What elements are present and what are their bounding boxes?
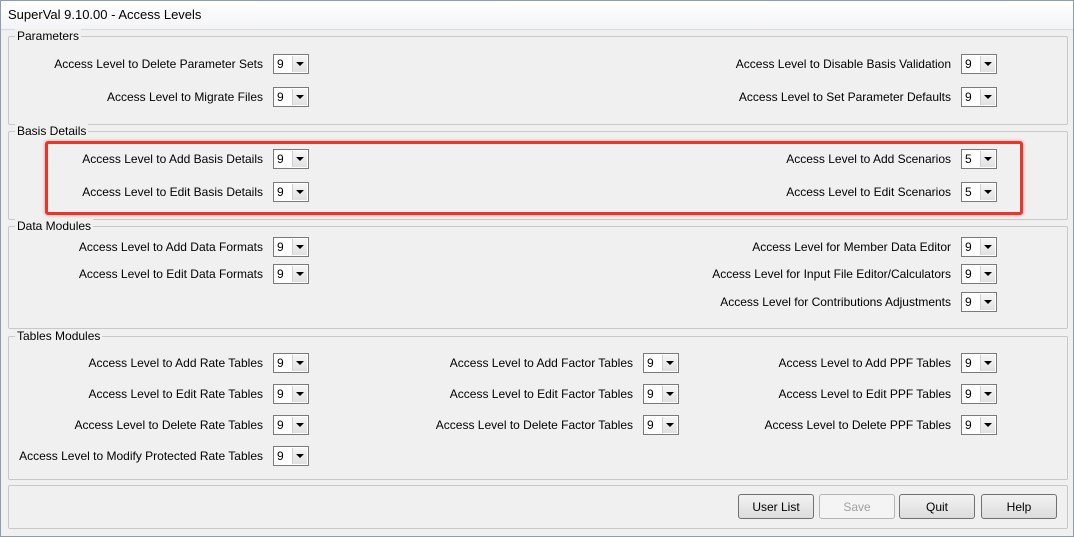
delete-factor-tables-label: Access Level to Delete Factor Tables xyxy=(435,418,633,432)
chevron-down-icon xyxy=(292,56,307,72)
modify-protected-rate-tables-label: Access Level to Modify Protected Rate Ta… xyxy=(19,449,263,463)
delete-factor-tables-select[interactable]: 9 xyxy=(643,415,679,435)
delete-param-sets-select[interactable]: 9 xyxy=(273,54,309,74)
help-button[interactable]: Help xyxy=(981,494,1057,519)
edit-factor-tables-select[interactable]: 9 xyxy=(643,384,679,404)
delete-rate-tables-label: Access Level to Delete Rate Tables xyxy=(74,418,263,432)
chevron-down-icon xyxy=(980,294,995,310)
add-ppf-tables-label: Access Level to Add PPF Tables xyxy=(778,356,951,370)
delete-ppf-tables-label: Access Level to Delete PPF Tables xyxy=(764,418,951,432)
add-rate-tables-select[interactable]: 9 xyxy=(273,353,309,373)
add-data-formats-select[interactable]: 9 xyxy=(273,237,309,257)
delete-param-sets-label: Access Level to Delete Parameter Sets xyxy=(54,57,263,71)
add-factor-tables-row: Access Level to Add Factor Tables 9 xyxy=(401,353,681,373)
set-param-defaults-label: Access Level to Set Parameter Defaults xyxy=(738,90,951,104)
chevron-down-icon xyxy=(292,89,307,105)
chevron-down-icon xyxy=(980,386,995,402)
delete-rate-tables-row: Access Level to Delete Rate Tables 9 xyxy=(1,415,311,435)
chevron-down-icon xyxy=(292,355,307,371)
contributions-adjustments-select[interactable]: 9 xyxy=(961,292,997,312)
disable-basis-validation-select[interactable]: 9 xyxy=(961,54,997,74)
edit-ppf-tables-select[interactable]: 9 xyxy=(961,384,997,404)
add-ppf-tables-row: Access Level to Add PPF Tables 9 xyxy=(701,353,999,373)
member-data-editor-select[interactable]: 9 xyxy=(961,237,997,257)
set-param-defaults-row: Access Level to Set Parameter Defaults 9 xyxy=(601,87,999,107)
modify-protected-rate-tables-select[interactable]: 9 xyxy=(273,446,309,466)
chevron-down-icon xyxy=(980,56,995,72)
add-factor-tables-select[interactable]: 9 xyxy=(643,353,679,373)
member-data-editor-label: Access Level for Member Data Editor xyxy=(752,240,951,254)
data-modules-group-label: Data Modules xyxy=(15,219,94,233)
migrate-files-select[interactable]: 9 xyxy=(273,87,309,107)
set-param-defaults-select[interactable]: 9 xyxy=(961,87,997,107)
access-levels-window: SuperVal 9.10.00 - Access Levels Paramet… xyxy=(0,0,1074,537)
edit-factor-tables-label: Access Level to Edit Factor Tables xyxy=(449,387,633,401)
contributions-adjustments-label: Access Level for Contributions Adjustmen… xyxy=(720,295,951,309)
modify-protected-rate-tables-row: Access Level to Modify Protected Rate Ta… xyxy=(1,446,311,466)
delete-param-sets-row: Access Level to Delete Parameter Sets 9 xyxy=(1,54,311,74)
edit-data-formats-row: Access Level to Edit Data Formats 9 xyxy=(1,264,311,284)
input-file-editor-select[interactable]: 9 xyxy=(961,264,997,284)
migrate-files-row: Access Level to Migrate Files 9 xyxy=(1,87,311,107)
save-button[interactable]: Save xyxy=(819,494,895,519)
migrate-files-label: Access Level to Migrate Files xyxy=(106,90,263,104)
add-rate-tables-label: Access Level to Add Rate Tables xyxy=(88,356,263,370)
chevron-down-icon xyxy=(662,417,677,433)
chevron-down-icon xyxy=(980,89,995,105)
chevron-down-icon xyxy=(662,355,677,371)
chevron-down-icon xyxy=(292,386,307,402)
edit-ppf-tables-row: Access Level to Edit PPF Tables 9 xyxy=(701,384,999,404)
user-list-button[interactable]: User List xyxy=(738,494,814,519)
parameters-group: Parameters xyxy=(8,29,1068,125)
add-factor-tables-label: Access Level to Add Factor Tables xyxy=(449,356,633,370)
chevron-down-icon xyxy=(292,448,307,464)
chevron-down-icon xyxy=(662,386,677,402)
edit-ppf-tables-label: Access Level to Edit PPF Tables xyxy=(778,387,951,401)
chevron-down-icon xyxy=(980,266,995,282)
add-ppf-tables-select[interactable]: 9 xyxy=(961,353,997,373)
disable-basis-validation-label: Access Level to Disable Basis Validation xyxy=(735,57,951,71)
title-bar: SuperVal 9.10.00 - Access Levels xyxy=(1,1,1073,30)
edit-rate-tables-row: Access Level to Edit Rate Tables 9 xyxy=(1,384,311,404)
chevron-down-icon xyxy=(980,239,995,255)
window-title: SuperVal 9.10.00 - Access Levels xyxy=(8,7,202,22)
contributions-adjustments-row: Access Level for Contributions Adjustmen… xyxy=(601,292,999,312)
chevron-down-icon xyxy=(980,355,995,371)
basis-details-group-label: Basis Details xyxy=(15,124,89,138)
add-data-formats-label: Access Level to Add Data Formats xyxy=(78,240,263,254)
tables-modules-group-label: Tables Modules xyxy=(15,329,103,343)
member-data-editor-row: Access Level for Member Data Editor 9 xyxy=(601,237,999,257)
chevron-down-icon xyxy=(292,239,307,255)
chevron-down-icon xyxy=(292,417,307,433)
highlight-annotation xyxy=(45,141,1023,215)
parameters-group-label: Parameters xyxy=(15,29,82,43)
edit-rate-tables-label: Access Level to Edit Rate Tables xyxy=(88,387,263,401)
disable-basis-validation-row: Access Level to Disable Basis Validation… xyxy=(601,54,999,74)
edit-rate-tables-select[interactable]: 9 xyxy=(273,384,309,404)
input-file-editor-label: Access Level for Input File Editor/Calcu… xyxy=(712,267,951,281)
add-rate-tables-row: Access Level to Add Rate Tables 9 xyxy=(1,353,311,373)
delete-ppf-tables-select[interactable]: 9 xyxy=(961,415,997,435)
chevron-down-icon xyxy=(292,266,307,282)
delete-factor-tables-row: Access Level to Delete Factor Tables 9 xyxy=(401,415,681,435)
add-data-formats-row: Access Level to Add Data Formats 9 xyxy=(1,237,311,257)
edit-factor-tables-row: Access Level to Edit Factor Tables 9 xyxy=(401,384,681,404)
input-file-editor-row: Access Level for Input File Editor/Calcu… xyxy=(601,264,999,284)
delete-rate-tables-select[interactable]: 9 xyxy=(273,415,309,435)
quit-button[interactable]: Quit xyxy=(899,494,975,519)
edit-data-formats-label: Access Level to Edit Data Formats xyxy=(78,267,263,281)
edit-data-formats-select[interactable]: 9 xyxy=(273,264,309,284)
chevron-down-icon xyxy=(980,417,995,433)
delete-ppf-tables-row: Access Level to Delete PPF Tables 9 xyxy=(701,415,999,435)
